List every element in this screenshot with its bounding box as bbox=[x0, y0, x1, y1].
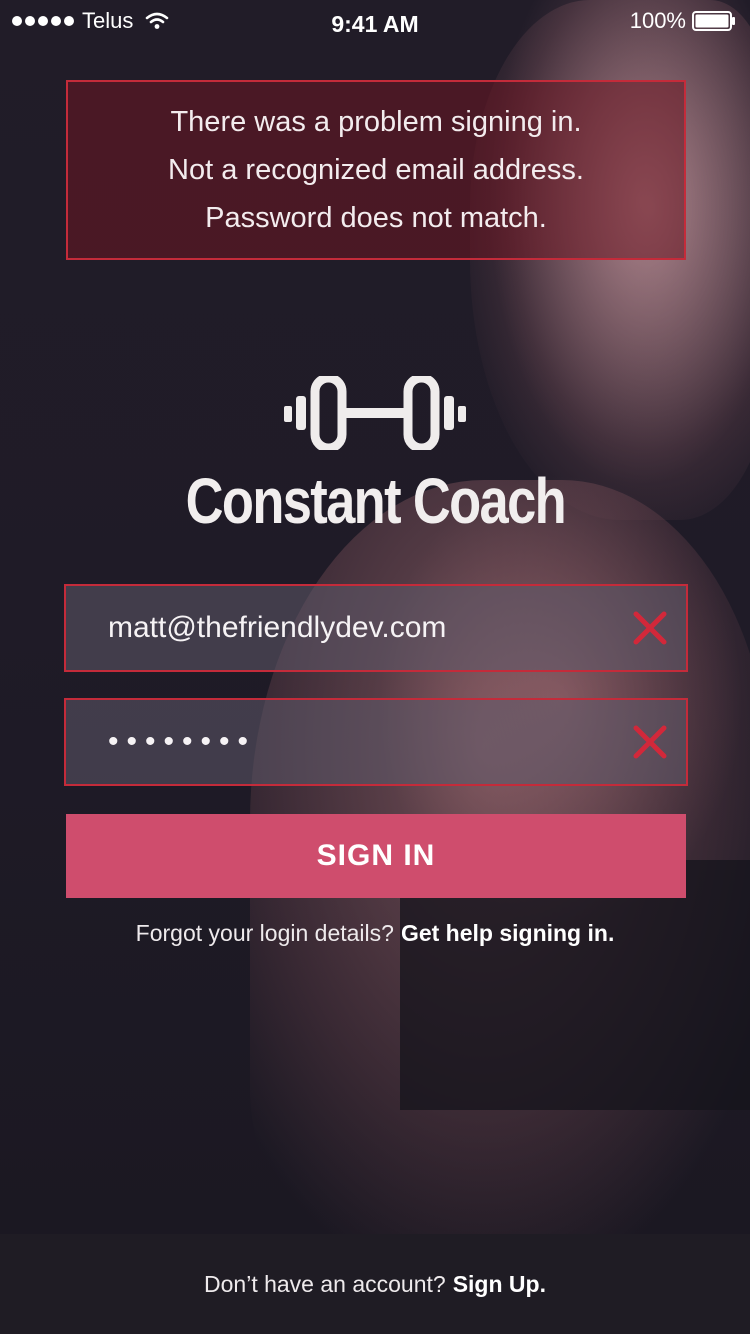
battery-icon bbox=[692, 11, 735, 31]
error-message-box: There was a problem signing in. Not a re… bbox=[66, 80, 686, 260]
sign-in-button[interactable]: SIGN IN bbox=[66, 814, 686, 898]
error-line-password: Password does not match. bbox=[205, 202, 547, 234]
signup-prompt: Don’t have an account? bbox=[204, 1270, 446, 1297]
footer-bar: Don’t have an account? Sign Up. bbox=[0, 1234, 750, 1334]
app-logo: Constant Coach bbox=[0, 376, 750, 538]
status-bar: Telus 9:41 AM 100% bbox=[0, 0, 750, 44]
status-right: 100% bbox=[630, 8, 736, 34]
error-line-title: There was a problem signing in. bbox=[170, 106, 582, 138]
email-error-x-icon[interactable] bbox=[632, 610, 668, 646]
app-name: Constant Coach bbox=[185, 465, 566, 537]
error-line-email: Not a recognized email address. bbox=[168, 154, 584, 186]
dumbbell-icon bbox=[284, 376, 466, 450]
help-prompt: Forgot your login details? bbox=[135, 920, 394, 946]
password-error-x-icon[interactable] bbox=[632, 724, 668, 760]
battery-percent: 100% bbox=[629, 8, 686, 33]
password-input[interactable] bbox=[66, 700, 632, 784]
help-row: Forgot your login details? Get help signi… bbox=[0, 920, 750, 947]
email-field bbox=[64, 584, 688, 672]
get-help-link[interactable]: Get help signing in. bbox=[401, 920, 614, 946]
password-field bbox=[64, 698, 688, 786]
sign-up-link[interactable]: Sign Up. bbox=[453, 1271, 546, 1298]
email-input[interactable] bbox=[66, 586, 632, 670]
